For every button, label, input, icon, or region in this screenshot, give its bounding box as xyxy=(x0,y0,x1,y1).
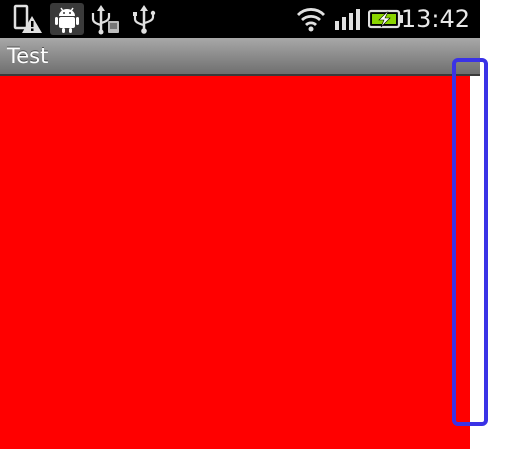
android-debug-icon xyxy=(50,3,84,35)
red-content-view xyxy=(0,76,470,449)
usb-icon xyxy=(130,3,158,35)
wifi-icon xyxy=(296,3,326,35)
content-area xyxy=(0,76,480,449)
signal-icon xyxy=(334,3,362,35)
usb-storage-icon xyxy=(90,3,122,35)
highlight-annotation-box xyxy=(452,58,488,426)
battery-charging-icon xyxy=(367,3,404,35)
app-title-bar: Test xyxy=(0,38,480,76)
clock-time: 13:42 xyxy=(400,5,470,33)
app-title: Test xyxy=(7,44,49,68)
status-bar: 13:42 xyxy=(0,0,480,38)
alert-icon xyxy=(12,3,44,35)
phone-screen: 13:42 Test xyxy=(0,0,480,449)
